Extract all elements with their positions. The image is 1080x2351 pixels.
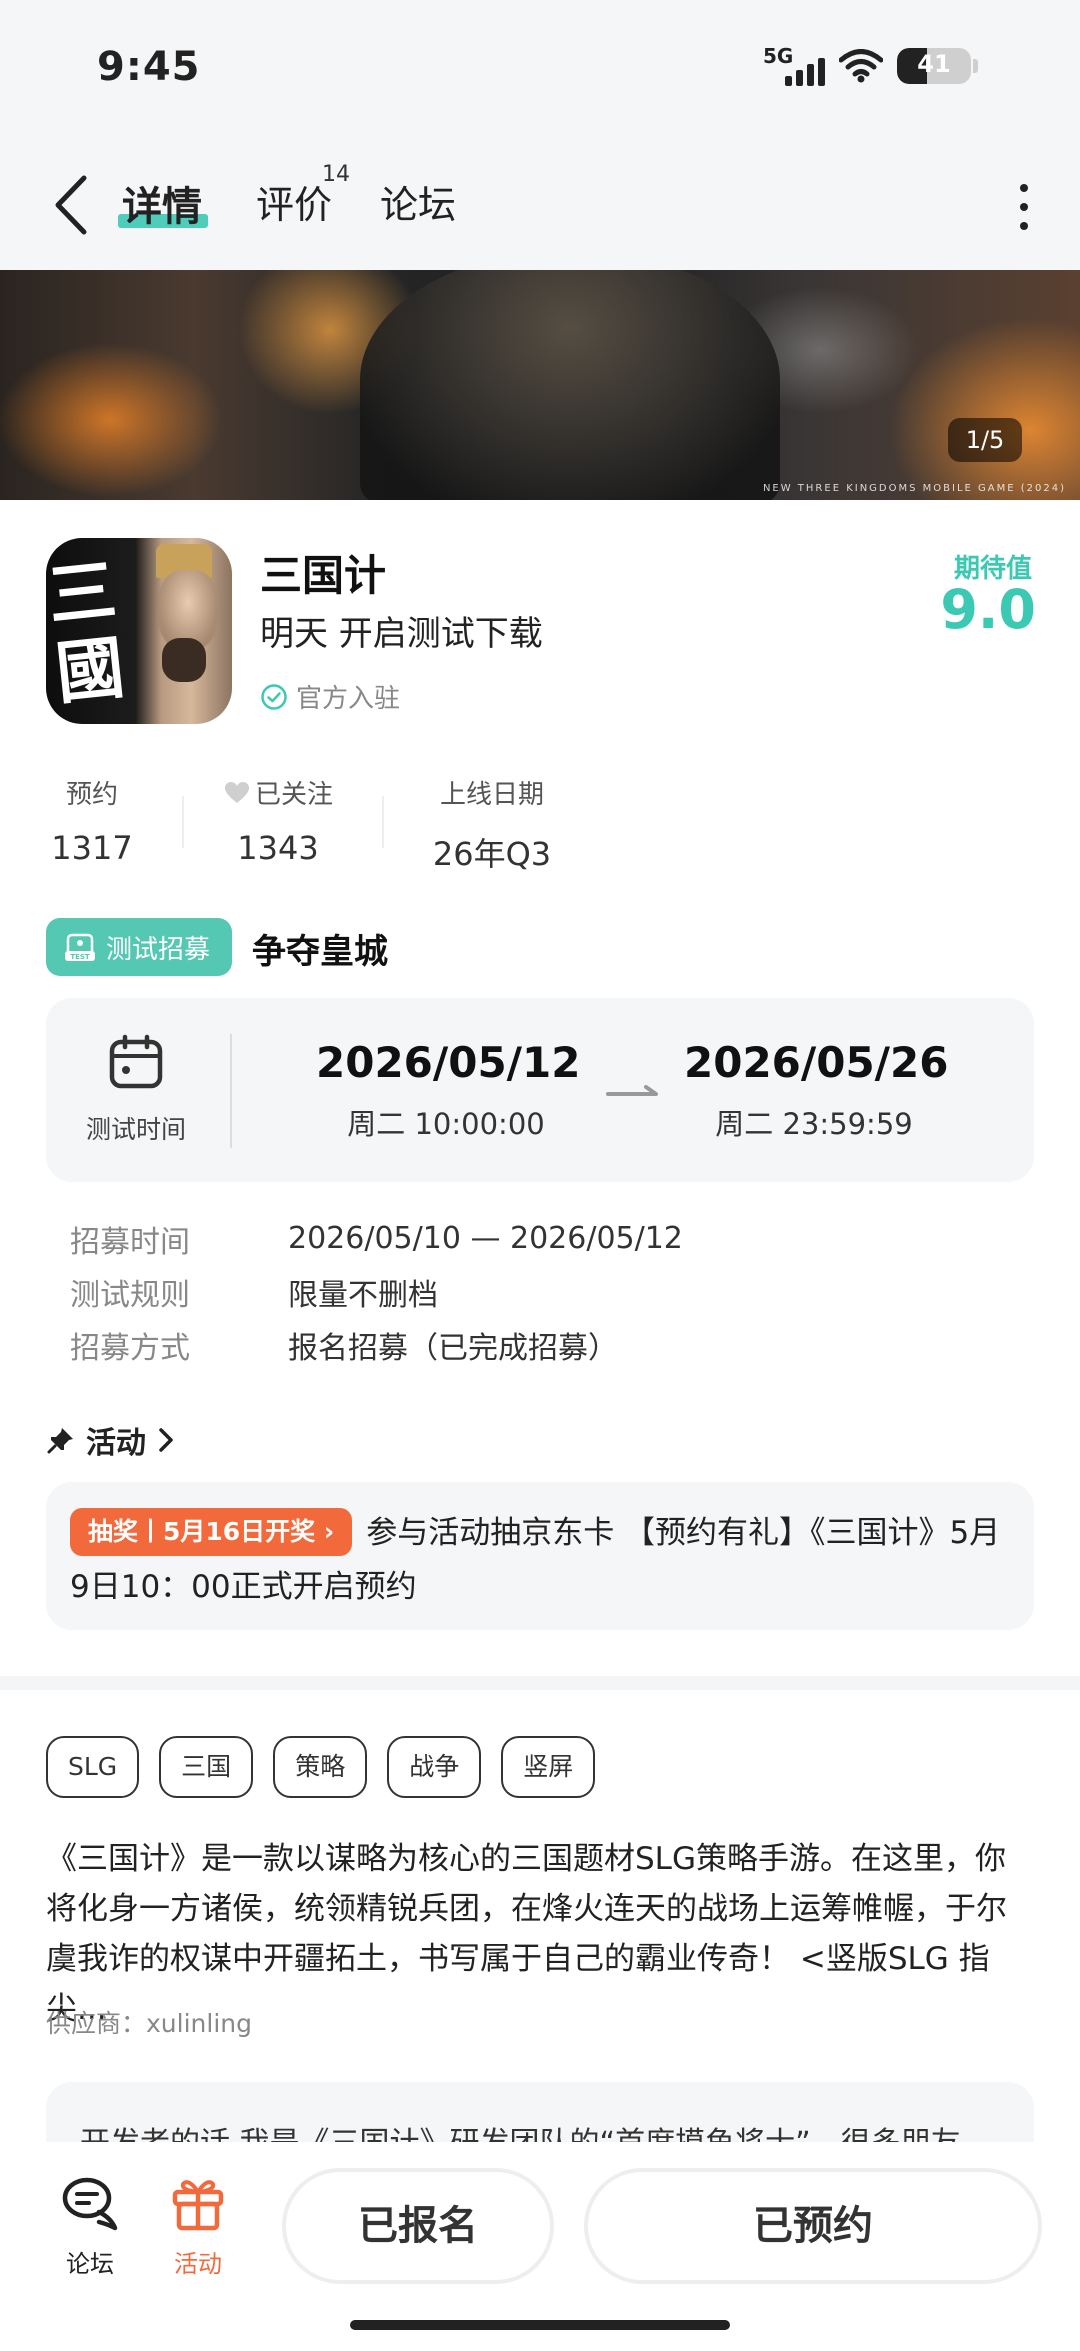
activity-card[interactable]: 抽奖丨5月16日开奖 › 参与活动抽京东卡 【预约有礼】《三国计》5月9日10：0… [46,1482,1034,1630]
svg-text:TEST: TEST [70,953,90,961]
test-start: 2026/05/12 周二 10:00:00 [316,1038,581,1143]
media-banner[interactable]: NEW THREE KINGDOMS MOBILE GAME (2024) 1/… [0,270,1080,500]
gift-icon [172,2180,224,2231]
nav-activity[interactable]: 活动 [158,2172,238,2279]
heart-icon [224,781,249,803]
stat-reservations: 预约 1317 [51,780,133,867]
review-count-badge: 14 [322,162,350,187]
info-row-test-rule: 测试规则 限量不删档 [70,1277,438,1313]
app-icon: 三國 [46,538,232,724]
wifi-icon [839,49,883,83]
test-start-time: 周二 10:00:00 [347,1107,545,1141]
home-indicator[interactable] [350,2320,730,2330]
banner-page-counter: 1/5 [948,418,1022,462]
status-bar: 9:45 5G 41 [0,0,1080,140]
stat-launch-date: 上线日期 26年Q3 [432,780,552,873]
calendar-icon [109,1034,163,1089]
tag-chip[interactable]: SLG [46,1736,140,1798]
expect-score: 9.0 [940,578,1036,641]
back-chevron-icon[interactable] [48,172,98,238]
test-time-card: 测试时间 2026/05/12 周二 10:00:00 2026/05/26 周… [46,998,1034,1182]
tag-chip[interactable]: 竖屏 [501,1736,596,1798]
cellular-signal-icon: 5G [763,44,825,88]
supplier-label: 供应商：xulinling [46,2009,252,2038]
top-nav: 详情 评价 14 论坛 [0,140,1080,270]
status-time: 9:45 [97,44,201,90]
test-title: 争夺皇城 [252,932,388,972]
test-end: 2026/05/26 周二 23:59:59 [684,1038,949,1143]
tag-chip[interactable]: 三国 [159,1736,254,1798]
app-icon-calligraphy: 三國 [46,550,129,715]
forum-chat-icon [62,2177,118,2231]
pin-icon [47,1428,73,1454]
stat-followers[interactable]: 已关注 1343 [222,774,334,867]
test-recruit-badge: TEST 测试招募 [46,918,232,976]
nav-forum[interactable]: 论坛 [50,2172,130,2279]
activity-section-link[interactable]: 活动 [46,1418,176,1462]
tag-chip[interactable]: 策略 [273,1736,368,1798]
test-end-date: 2026/05/26 [684,1038,949,1087]
arrow-right-icon [606,1085,658,1096]
app-subtitle: 明天 开启测试下载 [260,614,543,654]
test-recruit-label: 测试招募 [106,934,211,965]
more-vertical-icon[interactable] [1012,184,1036,230]
banner-caption: NEW THREE KINGDOMS MOBILE GAME (2024) [762,483,1066,494]
tag-list: SLG 三国 策略 战争 竖屏 [46,1736,596,1798]
app-name: 三国计 [260,551,387,600]
stats-row: 预约 1317 已关注 1343 上线日期 26年Q3 [46,774,606,873]
banner-artwork [360,270,780,500]
battery-icon: 41 [897,48,971,84]
chevron-right-icon [159,1428,173,1452]
test-tag-icon: TEST [65,933,95,961]
info-row-recruit-time: 招募时间 2026/05/10 — 2026/05/12 [70,1221,683,1260]
lottery-badge: 抽奖丨5月16日开奖 › [70,1508,353,1556]
activity-header-label: 活动 [86,1426,146,1461]
official-badge: 官方入驻 [260,678,400,715]
reserved-button[interactable]: 已预约 [584,2168,1042,2284]
tab-review[interactable]: 评价 [256,174,332,229]
info-row-recruit-method: 招募方式 报名招募（已完成招募） [70,1330,618,1366]
test-end-time: 周二 23:59:59 [715,1107,913,1141]
section-divider [0,1676,1080,1690]
battery-level: 41 [917,50,951,78]
check-circle-icon [261,683,287,710]
official-label: 官方入驻 [296,684,401,714]
test-info-list: 招募时间 2026/05/10 — 2026/05/12 测试规则 限量不删档 … [70,1212,683,1371]
test-start-date: 2026/05/12 [316,1038,581,1087]
signed-up-button[interactable]: 已报名 [282,2168,554,2284]
status-icons: 5G 41 [763,44,978,88]
tag-chip[interactable]: 战争 [387,1736,482,1798]
tab-forum[interactable]: 论坛 [380,174,456,229]
tab-detail[interactable]: 详情 [122,174,202,232]
test-time-label: 测试时间 [86,1115,187,1144]
